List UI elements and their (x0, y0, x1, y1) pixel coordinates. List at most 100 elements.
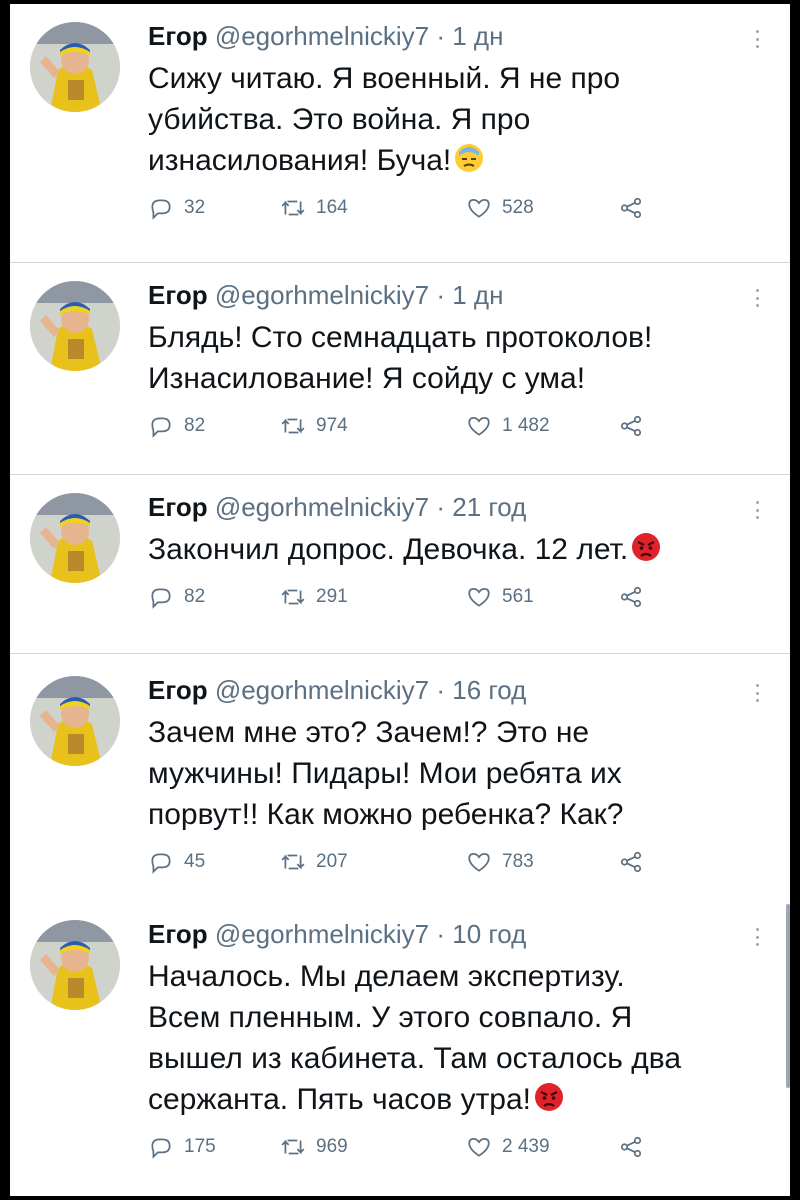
tweet[interactable]: Егор @egorhmelnickiy7 · 10 год Началось.… (10, 904, 790, 1196)
reply-count: 82 (184, 415, 206, 436)
tweet[interactable]: Егор @egorhmelnickiy7 · 1 дн Сижу читаю.… (10, 4, 790, 262)
retweet-button[interactable]: 974 (280, 413, 348, 439)
separator-dot: · (436, 919, 445, 949)
retweet-icon (281, 589, 305, 605)
like-count: 528 (502, 197, 534, 218)
more-options-icon[interactable] (750, 495, 764, 525)
tweet-feed[interactable]: Егор @egorhmelnickiy7 · 1 дн Сижу читаю.… (10, 4, 790, 1196)
tweet-text-line: Всем пленным. У этого совпало. Я (148, 1001, 633, 1034)
reply-count: 82 (184, 586, 206, 607)
display-name[interactable]: Егор (148, 280, 208, 310)
share-button[interactable] (618, 1134, 644, 1160)
retweet-count: 164 (316, 197, 348, 218)
tweet[interactable]: Егор @egorhmelnickiy7 · 16 год Зачем мне… (10, 654, 790, 904)
tweet-header: Егор @egorhmelnickiy7 · 1 дн (148, 20, 750, 52)
share-button[interactable] (618, 849, 644, 875)
share-button[interactable] (618, 584, 644, 610)
reply-button[interactable]: 82 (148, 584, 205, 610)
tweet-text: Сижу читаю. Я военный. Я не про убийства… (148, 58, 750, 181)
reply-icon (151, 1138, 171, 1159)
like-count: 783 (502, 851, 534, 872)
reply-icon (151, 417, 171, 438)
reply-count: 175 (184, 1136, 216, 1157)
more-options-icon[interactable] (750, 283, 764, 313)
screenshot-frame: Егор @egorhmelnickiy7 · 1 дн Сижу читаю.… (10, 4, 790, 1196)
tweet-header: Егор @egorhmelnickiy7 · 10 год (148, 918, 750, 950)
tweet-text-line: Зачем мне это? Зачем!? Это не (148, 716, 590, 749)
like-button[interactable]: 561 (466, 584, 534, 610)
avatar[interactable] (30, 493, 120, 583)
more-options-icon[interactable] (750, 24, 764, 54)
reply-button[interactable]: 82 (148, 413, 205, 439)
more-options-icon[interactable] (750, 922, 764, 952)
timestamp[interactable]: 16 год (452, 675, 526, 705)
display-name[interactable]: Егор (148, 492, 208, 522)
tweet-text-line: Закончил допрос. Девочка. 12 лет. (148, 533, 629, 566)
heart-icon (468, 1138, 490, 1157)
username[interactable]: @egorhmelnickiy7 (215, 280, 429, 310)
retweet-icon (281, 854, 305, 870)
username[interactable]: @egorhmelnickiy7 (215, 919, 429, 949)
avatar-image (30, 22, 120, 112)
avatar[interactable] (30, 22, 120, 112)
tweet-text-line: сержанта. Пять часов утра! (148, 1083, 532, 1116)
tweet[interactable]: Егор @egorhmelnickiy7 · 1 дн Блядь! Сто … (10, 263, 790, 474)
retweet-button[interactable]: 291 (280, 584, 348, 610)
username[interactable]: @egorhmelnickiy7 (215, 492, 429, 522)
tweet-text-line: Сижу читаю. Я военный. Я не про (148, 62, 621, 95)
display-name[interactable]: Егор (148, 675, 208, 705)
share-button[interactable] (618, 195, 644, 221)
tweet-text-line: мужчины! Пидары! Мои ребята их (148, 757, 622, 790)
avatar[interactable] (30, 676, 120, 766)
retweet-button[interactable]: 164 (280, 195, 348, 221)
tweet-text-line: изнасилования! Буча! (148, 144, 452, 177)
tweet-actions: 32 164 528 (148, 195, 750, 235)
avatar-image (30, 920, 120, 1010)
share-button[interactable] (618, 413, 644, 439)
tweet-text: Блядь! Сто семнадцать протоколов! Изнаси… (148, 317, 750, 399)
tweet-actions: 175 969 2 439 (148, 1134, 750, 1174)
timestamp[interactable]: 21 год (452, 492, 526, 522)
timestamp[interactable]: 1 дн (452, 280, 503, 310)
retweet-count: 974 (316, 415, 348, 436)
sad-sweat-emoji (455, 144, 484, 172)
heart-icon (468, 588, 490, 607)
timestamp[interactable]: 10 год (452, 919, 526, 949)
more-options-icon[interactable] (750, 678, 764, 708)
reply-button[interactable]: 32 (148, 195, 205, 221)
retweet-button[interactable]: 207 (280, 849, 348, 875)
tweet-actions: 82 974 1 482 (148, 413, 750, 453)
reply-icon (151, 588, 171, 609)
avatar[interactable] (30, 281, 120, 371)
share-icon (620, 197, 642, 219)
like-button[interactable]: 528 (466, 195, 534, 221)
reply-button[interactable]: 45 (148, 849, 205, 875)
separator-dot: · (436, 675, 445, 705)
username[interactable]: @egorhmelnickiy7 (215, 675, 429, 705)
timestamp[interactable]: 1 дн (452, 21, 503, 51)
share-icon (620, 851, 642, 873)
retweet-button[interactable]: 969 (280, 1134, 348, 1160)
avatar[interactable] (30, 920, 120, 1010)
tweet-header: Егор @egorhmelnickiy7 · 21 год (148, 491, 750, 523)
tweet-header: Егор @egorhmelnickiy7 · 1 дн (148, 279, 750, 311)
display-name[interactable]: Егор (148, 919, 208, 949)
retweet-count: 291 (316, 586, 348, 607)
username[interactable]: @egorhmelnickiy7 (215, 21, 429, 51)
scrollbar[interactable] (786, 904, 790, 1088)
like-button[interactable]: 783 (466, 849, 534, 875)
retweet-count: 207 (316, 851, 348, 872)
retweet-count: 969 (316, 1136, 348, 1157)
tweet[interactable]: Егор @egorhmelnickiy7 · 21 год Закончил … (10, 475, 790, 653)
share-icon (620, 415, 642, 437)
angry-face-emoji (632, 533, 661, 561)
heart-icon (468, 853, 490, 872)
like-button[interactable]: 2 439 (466, 1134, 550, 1160)
angry-face-emoji (535, 1083, 564, 1111)
reply-button[interactable]: 175 (148, 1134, 216, 1160)
display-name[interactable]: Егор (148, 21, 208, 51)
reply-icon (151, 853, 171, 874)
like-button[interactable]: 1 482 (466, 413, 550, 439)
separator-dot: · (436, 21, 445, 51)
like-count: 1 482 (502, 415, 550, 436)
